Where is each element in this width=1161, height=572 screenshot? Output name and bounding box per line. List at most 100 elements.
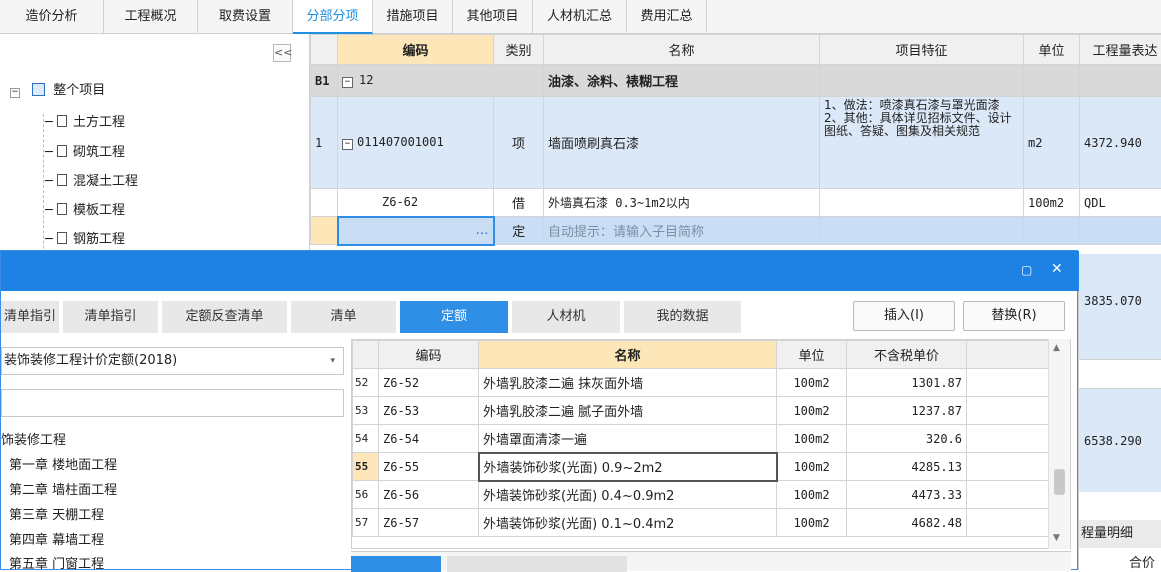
list-scrollbar[interactable]: ▲ ▼	[1048, 339, 1070, 549]
list-item[interactable]: 54 Z6-54 外墙罩面清漆一遍 100m2 320.6	[353, 425, 1053, 453]
column-header-quantity[interactable]: 工程量表达	[1080, 35, 1161, 65]
column-header-code[interactable]: 编码	[379, 341, 479, 369]
tab-materials-summary[interactable]: 人材机汇总	[533, 0, 627, 34]
cell-name[interactable]: 油漆、涂料、裱糊工程	[544, 65, 820, 97]
cell-feature[interactable]	[820, 65, 1024, 97]
tab-quota[interactable]: 定额	[400, 301, 508, 333]
tab-list-guide-1[interactable]: 清单指引	[1, 301, 59, 333]
column-header-feature[interactable]: 项目特征	[820, 35, 1024, 65]
list-item[interactable]: 57 Z6-57 外墙装饰砂浆(光面) 0.1~0.4m2 100m2 4682…	[353, 509, 1053, 537]
cell-unit[interactable]: 100m2	[777, 453, 847, 481]
collapse-minus-icon[interactable]: −	[342, 77, 353, 88]
cell-feature[interactable]	[820, 217, 1024, 245]
tab-measures[interactable]: 措施项目	[373, 0, 453, 34]
cell-unit[interactable]: 100m2	[777, 397, 847, 425]
table-row[interactable]: 1 −011407001001 项 墙面喷刷真石漆 1、做法：喷漆真石漆与罩光面…	[311, 97, 1161, 189]
cell-name[interactable]: 外墙乳胶漆二遍 腻子面外墙	[479, 397, 777, 425]
cell-quantity[interactable]: QDL	[1080, 189, 1161, 217]
cell-feature[interactable]: 1、做法：喷漆真石漆与罩光面漆 2、其他：具体详见招标文件、设计图纸、答疑、图集…	[820, 97, 1024, 189]
column-header-code[interactable]: 编码	[338, 35, 494, 65]
cell-unit[interactable]: 100m2	[777, 509, 847, 537]
cell-name[interactable]: 外墙装饰砂浆(光面) 0.9~2m2	[479, 453, 777, 481]
chapter-item[interactable]: 第二章 墙柱面工程	[9, 479, 117, 498]
cell-code[interactable]: Z6-57	[379, 509, 479, 537]
table-row-editing[interactable]: … 定 自动提示：请输入子目简称	[311, 217, 1161, 245]
tab-reverse-lookup[interactable]: 定额反查清单	[162, 301, 287, 333]
table-row[interactable]: B1 −12 油漆、涂料、裱糊工程	[311, 65, 1161, 97]
cell-unit[interactable]: 100m2	[777, 425, 847, 453]
tree-item[interactable]: ─ 钢筋工程	[45, 229, 125, 251]
cell-type[interactable]	[494, 65, 544, 97]
tab-materials[interactable]: 人材机	[512, 301, 620, 333]
cell-quantity[interactable]: 4372.940	[1080, 97, 1161, 189]
list-item[interactable]: 53 Z6-53 外墙乳胶漆二遍 腻子面外墙 100m2 1237.87	[353, 397, 1053, 425]
cell-name[interactable]: 外墙真石漆 0.3~1m2以内	[544, 189, 820, 217]
cell-feature[interactable]	[820, 189, 1024, 217]
cell-price[interactable]: 4285.13	[847, 453, 967, 481]
cell-price[interactable]: 4473.33	[847, 481, 967, 509]
cell-name[interactable]: 外墙装饰砂浆(光面) 0.1~0.4m2	[479, 509, 777, 537]
tab-project-overview[interactable]: 工程概况	[104, 0, 198, 34]
cell-price[interactable]: 1301.87	[847, 369, 967, 397]
table-row[interactable]: Z6-62 借 外墙真石漆 0.3~1m2以内 100m2 QDL	[311, 189, 1161, 217]
cell-type[interactable]: 定	[494, 217, 544, 245]
cell-code[interactable]: −011407001001	[338, 97, 494, 189]
cell-name[interactable]: 外墙罩面清漆一遍	[479, 425, 777, 453]
cell-type[interactable]: 项	[494, 97, 544, 189]
column-header-name[interactable]: 名称	[544, 35, 820, 65]
tree-root[interactable]: − 整个项目	[10, 80, 105, 102]
insert-button[interactable]: 插入(I)	[853, 301, 955, 331]
cell-price[interactable]: 320.6	[847, 425, 967, 453]
close-icon[interactable]: ✕	[1051, 261, 1063, 277]
cell-unit[interactable]: 100m2	[777, 369, 847, 397]
collapse-panel-button[interactable]: <<	[273, 44, 291, 62]
code-input-cell[interactable]: …	[338, 217, 494, 245]
tree-item[interactable]: ─ 砌筑工程	[45, 142, 125, 164]
chapter-item[interactable]: 第一章 楼地面工程	[9, 454, 117, 473]
cell-code[interactable]: Z6-55	[379, 453, 479, 481]
cell-type[interactable]: 借	[494, 189, 544, 217]
tab-my-data[interactable]: 我的数据	[624, 301, 741, 333]
tab-cost-analysis[interactable]: 造价分析	[0, 0, 104, 34]
cell-unit[interactable]: m2	[1024, 97, 1080, 189]
scroll-up-icon[interactable]: ▲	[1053, 343, 1060, 353]
maximize-icon[interactable]: ▢	[1021, 263, 1032, 277]
cell-unit[interactable]	[1024, 65, 1080, 97]
chapter-tree-root[interactable]: 饰装修工程	[1, 429, 66, 448]
dialog-titlebar[interactable]: ▢ ✕	[1, 251, 1079, 291]
cell-quantity[interactable]	[1080, 217, 1161, 245]
column-header-unit[interactable]: 单位	[1024, 35, 1080, 65]
column-header-unit[interactable]: 单位	[777, 341, 847, 369]
cell-code[interactable]: Z6-56	[379, 481, 479, 509]
tab-other-items[interactable]: 其他项目	[453, 0, 533, 34]
cell-name[interactable]: 外墙装饰砂浆(光面) 0.4~0.9m2	[479, 481, 777, 509]
quantity-detail-tab[interactable]: 程量明细	[1079, 520, 1161, 548]
cell-quantity[interactable]	[1080, 65, 1161, 97]
scroll-thumb[interactable]	[1054, 469, 1065, 495]
tab-list[interactable]: 清单	[291, 301, 396, 333]
cell-code[interactable]: −12	[338, 65, 494, 97]
list-item[interactable]: 52 Z6-52 外墙乳胶漆二遍 抹灰面外墙 100m2 1301.87	[353, 369, 1053, 397]
cell-name[interactable]: 墙面喷刷真石漆	[544, 97, 820, 189]
tab-fee-settings[interactable]: 取费设置	[198, 0, 293, 34]
list-item-selected[interactable]: 55 Z6-55 外墙装饰砂浆(光面) 0.9~2m2 100m2 4285.1…	[353, 453, 1053, 481]
quota-library-select[interactable]: 装饰装修工程计价定额(2018) ▾	[1, 347, 344, 375]
cell-price[interactable]: 4682.48	[847, 509, 967, 537]
cell-code[interactable]: Z6-54	[379, 425, 479, 453]
auto-hint-cell[interactable]: 自动提示：请输入子目简称	[544, 217, 820, 245]
expand-minus-icon[interactable]: −	[10, 88, 20, 98]
list-item[interactable]: 56 Z6-56 外墙装饰砂浆(光面) 0.4~0.9m2 100m2 4473…	[353, 481, 1053, 509]
cell-name[interactable]: 外墙乳胶漆二遍 抹灰面外墙	[479, 369, 777, 397]
cell-price[interactable]: 1237.87	[847, 397, 967, 425]
cell-code[interactable]: Z6-52	[379, 369, 479, 397]
cell-unit[interactable]: 100m2	[1024, 189, 1080, 217]
chapter-item[interactable]: 第五章 门窗工程	[9, 553, 104, 572]
scroll-down-icon[interactable]: ▼	[1053, 533, 1060, 543]
column-header-name[interactable]: 名称	[479, 341, 777, 369]
tab-fee-summary[interactable]: 费用汇总	[627, 0, 707, 34]
search-input[interactable]	[1, 389, 344, 417]
tab-list-guide-2[interactable]: 清单指引	[63, 301, 158, 333]
tree-item[interactable]: ─ 土方工程	[45, 112, 125, 134]
cell-code[interactable]: Z6-62	[338, 189, 494, 217]
collapse-minus-icon[interactable]: −	[342, 139, 353, 150]
